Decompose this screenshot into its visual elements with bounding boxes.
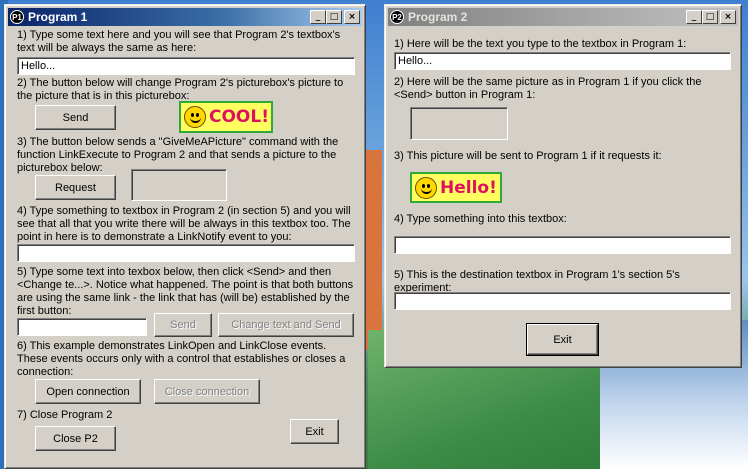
program2-title: Program 2 xyxy=(408,10,468,24)
p1-change-text-button[interactable]: Change text and Send xyxy=(218,313,354,337)
p2-section2-label: 2) Here will be the same picture as in P… xyxy=(394,76,702,101)
p1-cool-picture: COOL! xyxy=(179,101,273,133)
p1-request-button[interactable]: Request xyxy=(35,175,116,200)
p1-section5-label: 5) Type some text into texbox below, the… xyxy=(17,266,354,317)
program2-window: P2 Program 2 _ □ × 1) Here will be the t… xyxy=(384,4,742,368)
p1-section4-label: 4) Type something to textbox in Program … xyxy=(17,205,351,243)
p2-section4-label: 4) Type something into this textbox: xyxy=(394,213,567,225)
p1-section1-label: 1) Type some text here and you will see … xyxy=(17,29,341,54)
p1-send2-button[interactable]: Send xyxy=(154,313,212,337)
p2-section1-textbox[interactable]: Hello... xyxy=(394,52,731,70)
minimize-icon[interactable]: _ xyxy=(310,10,326,24)
p1-section7-label: 7) Close Program 2 xyxy=(17,409,113,421)
close-icon[interactable]: × xyxy=(720,10,736,24)
program1-titlebar[interactable]: P1 Program 1 _ □ × xyxy=(8,8,362,26)
p1-close-connection-button[interactable]: Close connection xyxy=(154,379,260,404)
p1-section1-textbox[interactable]: Hello... xyxy=(17,57,355,75)
p2-picture-word: Hello! xyxy=(440,177,497,198)
close-icon[interactable]: × xyxy=(344,10,360,24)
p2-section1-label: 1) Here will be the text you type to the… xyxy=(394,38,687,50)
maximize-icon[interactable]: □ xyxy=(326,10,342,24)
p2-picturebox xyxy=(410,107,508,140)
p1-request-picturebox xyxy=(131,169,227,201)
p2-section3-label: 3) This picture will be sent to Program … xyxy=(394,150,662,162)
program1-window: P1 Program 1 _ □ × 1) Type some text her… xyxy=(4,4,366,469)
minimize-icon[interactable]: _ xyxy=(686,10,702,24)
p1-picture-word: COOL! xyxy=(209,107,269,127)
p1-section2-label: 2) The button below will change Program … xyxy=(17,77,344,102)
p1-exit-button[interactable]: Exit xyxy=(290,419,339,444)
program2-app-icon: P2 xyxy=(390,10,404,24)
p1-open-connection-button[interactable]: Open connection xyxy=(35,379,141,404)
p2-hello-picture: Hello! xyxy=(410,172,502,203)
smiley-icon xyxy=(184,106,206,128)
p1-section4-textbox[interactable] xyxy=(17,244,355,262)
p1-send-button[interactable]: Send xyxy=(35,105,116,130)
p1-section6-label: 6) This example demonstrates LinkOpen an… xyxy=(17,340,346,378)
program1-title: Program 1 xyxy=(28,10,88,24)
p1-close-p2-button[interactable]: Close P2 xyxy=(35,426,116,451)
p1-section5-textbox[interactable] xyxy=(17,318,147,336)
p2-section4-textbox[interactable] xyxy=(394,236,731,254)
p2-exit-button[interactable]: Exit xyxy=(526,323,599,356)
maximize-icon[interactable]: □ xyxy=(702,10,718,24)
p2-section5-textbox[interactable] xyxy=(394,292,731,310)
program2-titlebar[interactable]: P2 Program 2 _ □ × xyxy=(388,8,738,26)
program1-app-icon: P1 xyxy=(10,10,24,24)
smiley-icon xyxy=(415,176,437,199)
